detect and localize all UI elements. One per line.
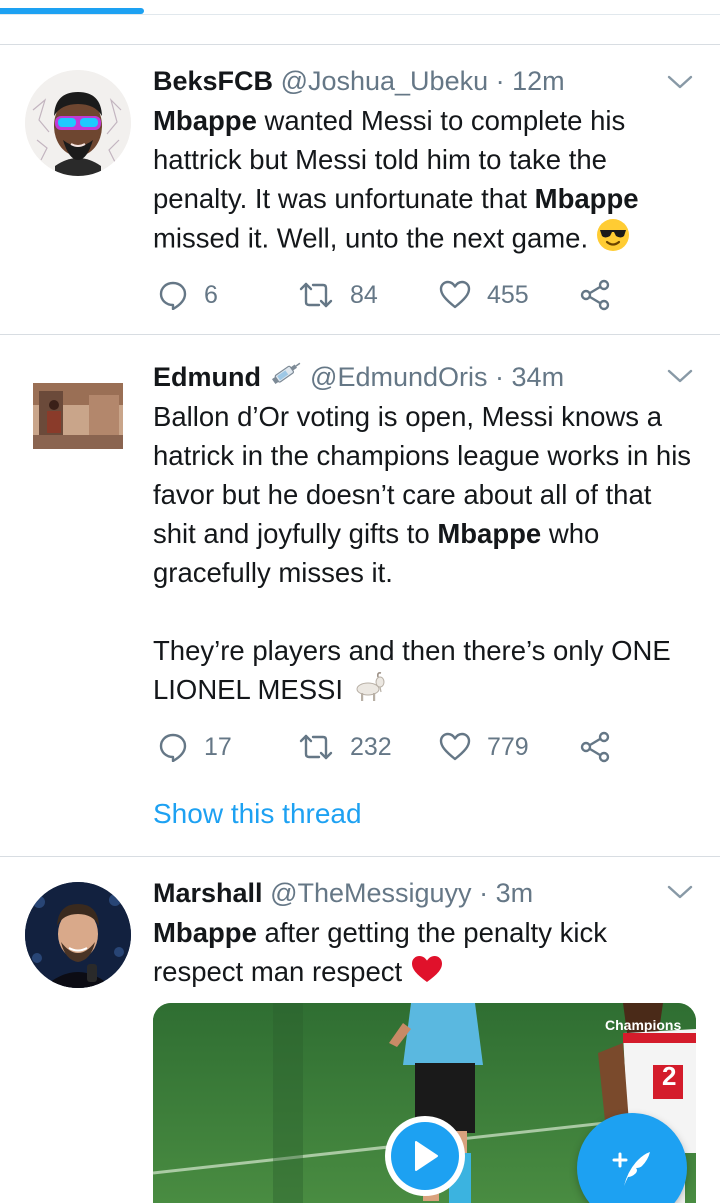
text-run: missed it. Well, unto the next game. [153, 222, 596, 254]
timestamp[interactable]: 34m [512, 362, 565, 392]
separator-dot: · [495, 66, 505, 96]
reply-icon [159, 733, 187, 762]
avatar[interactable] [33, 383, 123, 449]
text-run: They’re players and then there’s only ON… [153, 635, 671, 705]
jersey-number: 2 [662, 1061, 677, 1091]
display-name[interactable]: BeksFCB [153, 66, 273, 96]
tweet-header: Marshall @TheMessiguyy · 3m [153, 874, 698, 913]
text-run-bold: Mbappe [437, 518, 542, 549]
retweet-icon [299, 282, 333, 308]
reply-icon [159, 281, 187, 310]
divider [0, 856, 720, 857]
tweet-header: Edmund @EdmundOris · 34m [153, 358, 698, 397]
retweet-button[interactable]: 232 [298, 727, 392, 767]
share-icon [580, 279, 610, 311]
text-run-bold: Mbappe [534, 183, 639, 214]
syringe-icon [269, 358, 303, 399]
tweet-content: Edmund @EdmundOris · 34m Ballon d’Or vot… [153, 358, 698, 713]
retweet-count: 84 [350, 280, 378, 309]
tweet-paragraph: They’re players and then there’s only ON… [153, 631, 698, 713]
tweet-actions: 6 84 455 [153, 275, 633, 315]
divider [0, 44, 720, 45]
user-handle[interactable]: @EdmundOris [310, 362, 487, 392]
tweet-header: BeksFCB @Joshua_Ubeku · 12m [153, 62, 698, 101]
reply-button[interactable]: 6 [158, 275, 218, 315]
tweet-text: Mbappe wanted Messi to complete his hatt… [153, 101, 698, 262]
play-button[interactable] [385, 1116, 465, 1196]
show-thread-link[interactable]: Show this thread [153, 796, 362, 832]
play-icon [391, 1122, 459, 1190]
timestamp[interactable]: 12m [512, 66, 565, 96]
heart-icon [439, 732, 471, 761]
user-handle[interactable]: @Joshua_Ubeku [281, 66, 489, 96]
reply-count: 6 [204, 280, 218, 309]
display-name[interactable]: Edmund [153, 362, 261, 392]
user-handle[interactable]: @TheMessiguyy [270, 878, 471, 908]
tweet-content: BeksFCB @Joshua_Ubeku · 12m Mbappe wante… [153, 62, 698, 262]
goat-emoji-icon [351, 671, 387, 713]
like-count: 455 [487, 280, 529, 309]
red-heart-emoji-icon [410, 954, 444, 994]
share-button[interactable] [579, 275, 611, 315]
channel-logo: Champions [605, 1017, 682, 1033]
avatar[interactable] [25, 70, 131, 176]
avatar[interactable] [25, 882, 131, 988]
tweet-text: Ballon d’Or voting is open, Messi knows … [153, 397, 698, 713]
jersey-name: SIMAKAN [650, 1033, 692, 1043]
text-run-bold: Mbappe [153, 105, 257, 136]
tab-strip [0, 0, 720, 16]
text-run-bold: Mbappe [153, 917, 257, 948]
share-button[interactable] [579, 727, 611, 767]
compose-tweet-icon [612, 1152, 650, 1186]
timestamp[interactable]: 3m [496, 878, 534, 908]
retweet-button[interactable]: 84 [298, 275, 378, 315]
retweet-count: 232 [350, 732, 392, 761]
like-count: 779 [487, 732, 529, 761]
tweet-text: Mbappe after getting the penalty kick re… [153, 913, 698, 994]
reply-button[interactable]: 17 [158, 727, 232, 767]
text-run: Ballon d’Or voting is open, Messi knows … [153, 401, 692, 549]
divider [0, 334, 720, 335]
tweet-content: Marshall @TheMessiguyy · 3m Mbappe after… [153, 874, 698, 994]
share-icon [580, 731, 610, 763]
sunglasses-emoji-icon [596, 218, 630, 262]
like-button[interactable]: 779 [439, 727, 529, 767]
retweet-icon [299, 734, 333, 760]
heart-icon [439, 280, 471, 309]
tab-divider [0, 14, 720, 15]
separator-dot: · [479, 878, 489, 908]
reply-count: 17 [204, 732, 232, 761]
tweet-paragraph: Ballon d’Or voting is open, Messi knows … [153, 397, 698, 592]
tweet-paragraph: Mbappe wanted Messi to complete his hatt… [153, 101, 698, 262]
tweet-paragraph: Mbappe after getting the penalty kick re… [153, 913, 698, 994]
separator-dot: · [495, 362, 505, 392]
tweet-actions: 17 232 779 [153, 727, 633, 767]
like-button[interactable]: 455 [439, 275, 529, 315]
chevron-down-icon[interactable] [666, 882, 694, 902]
chevron-down-icon[interactable] [666, 366, 694, 386]
chevron-down-icon[interactable] [666, 72, 694, 92]
display-name[interactable]: Marshall [153, 878, 263, 908]
